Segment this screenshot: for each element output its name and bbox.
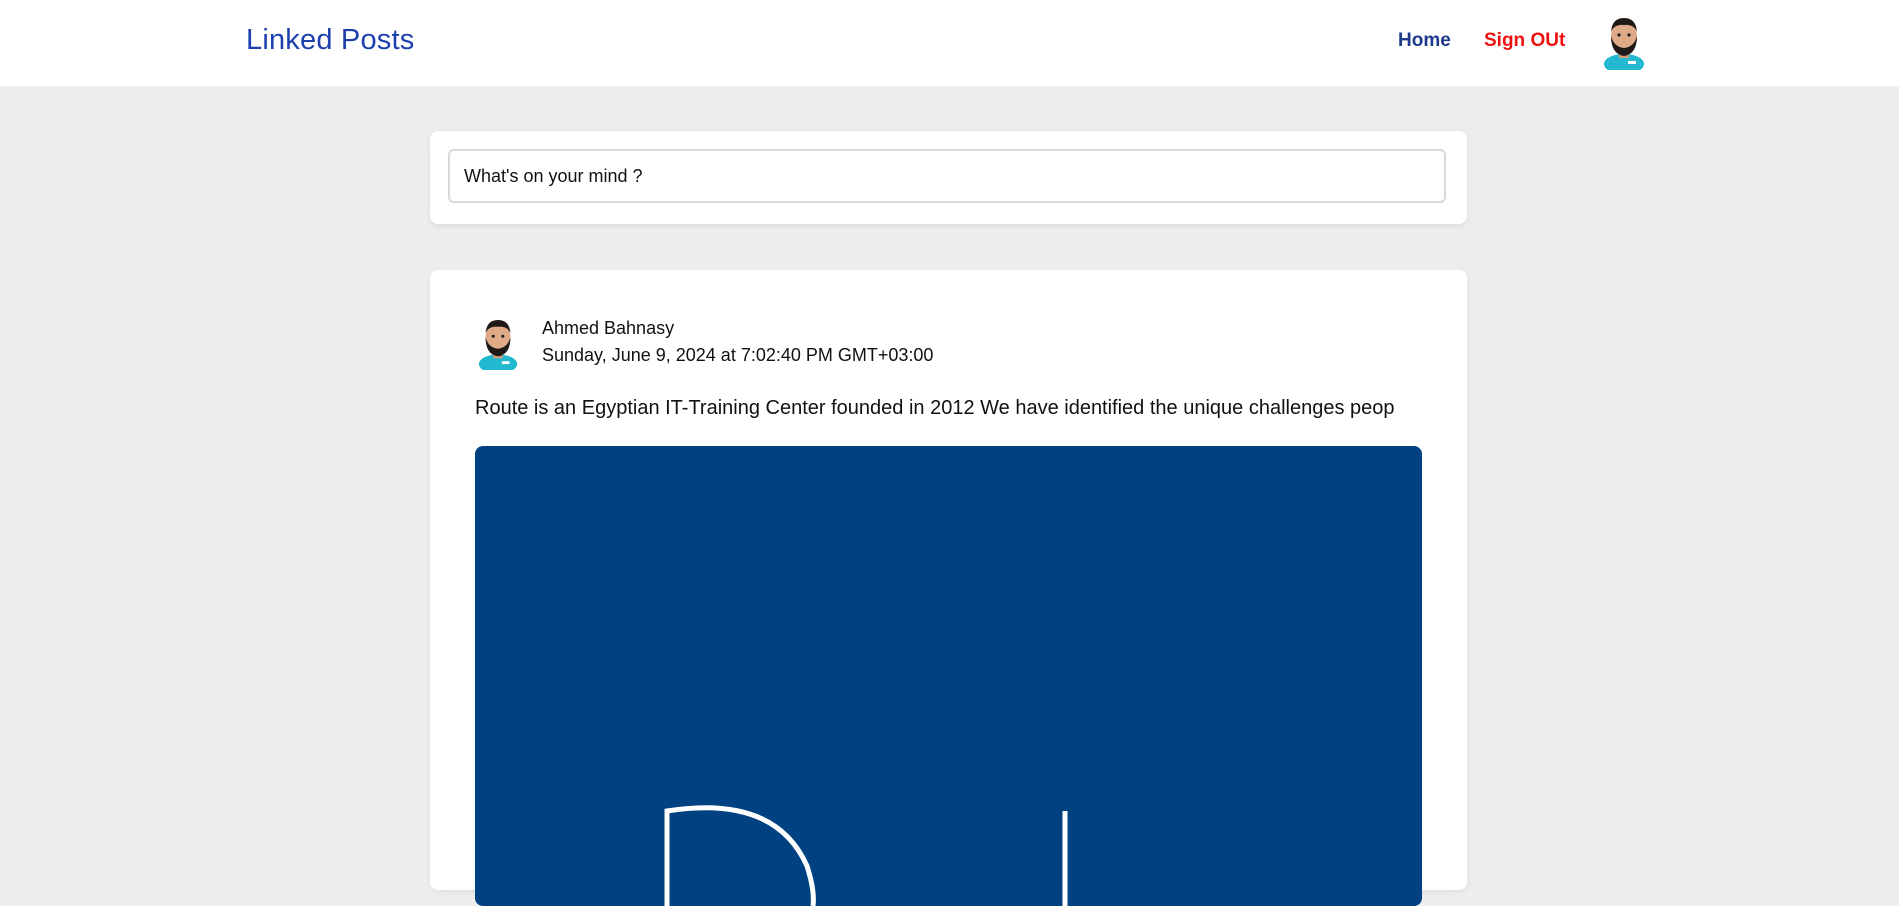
post-author-name[interactable]: Ahmed Bahnasy	[542, 318, 674, 339]
post-body-text: Route is an Egyptian IT-Training Center …	[475, 397, 1395, 419]
new-post-input[interactable]	[448, 149, 1446, 203]
navbar: Linked Posts Home Sign OUt	[0, 0, 1899, 86]
post-image-graphic	[664, 805, 1068, 906]
post-card: Ahmed Bahnasy Sunday, June 9, 2024 at 7:…	[430, 270, 1467, 906]
post-image[interactable]	[475, 446, 1422, 906]
nav-signout-link[interactable]: Sign OUt	[1484, 30, 1565, 52]
brand-title[interactable]: Linked Posts	[246, 24, 414, 57]
user-avatar-icon[interactable]	[475, 316, 521, 374]
post-composer	[430, 131, 1467, 224]
nav-home-link[interactable]: Home	[1398, 30, 1451, 52]
post-timestamp: Sunday, June 9, 2024 at 7:02:40 PM GMT+0…	[542, 345, 934, 365]
user-avatar-icon[interactable]	[1600, 14, 1648, 74]
